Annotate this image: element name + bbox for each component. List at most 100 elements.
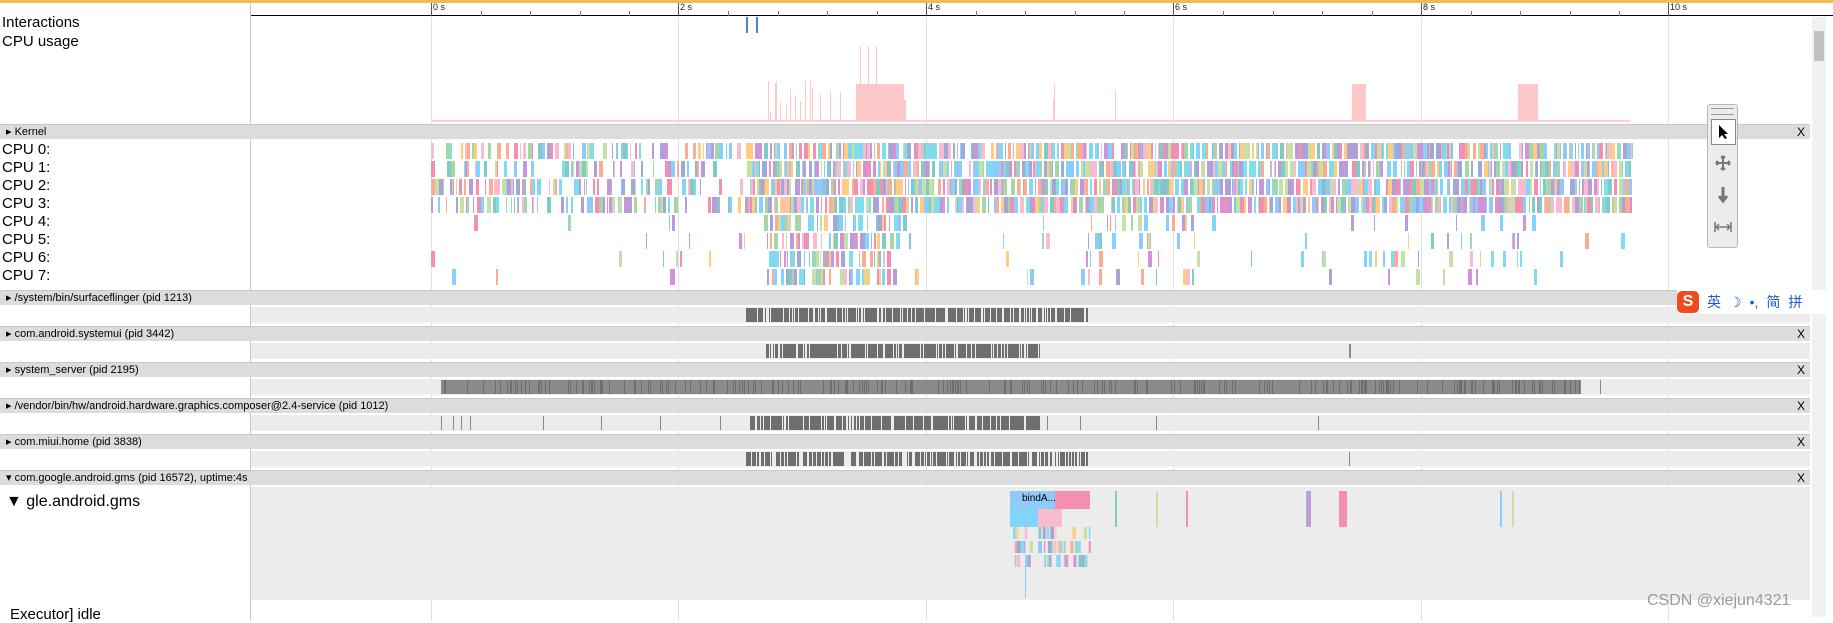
process-slice	[879, 452, 880, 466]
process-slice	[1083, 452, 1084, 466]
process-slice	[1472, 380, 1473, 394]
process-slice	[1004, 416, 1005, 430]
process-slice	[775, 344, 776, 358]
mouse-mode-toolbox[interactable]	[1707, 104, 1738, 248]
process-slice	[470, 416, 471, 430]
process-slice	[1020, 416, 1021, 430]
process-slice	[879, 344, 880, 358]
toolbox-grip[interactable]	[1711, 108, 1734, 115]
process-slice	[811, 452, 812, 466]
process-slice	[818, 344, 819, 358]
process-slice	[748, 452, 749, 466]
process-slice	[814, 416, 815, 430]
process-slice	[877, 380, 878, 394]
process-slice	[931, 452, 932, 466]
process-slice	[844, 344, 845, 358]
thread-slice	[1038, 509, 1062, 527]
process-slice	[751, 308, 752, 322]
process-slice	[836, 416, 837, 430]
select-arrow-icon[interactable]	[1711, 119, 1736, 145]
process-slice	[972, 452, 973, 466]
pan-icon[interactable]	[1711, 151, 1734, 175]
process-slice	[1021, 308, 1022, 322]
process-slice	[906, 344, 907, 358]
process-slice	[746, 452, 747, 466]
process-slice	[923, 308, 924, 322]
process-slice	[978, 416, 979, 430]
process-slice	[1067, 452, 1068, 466]
process-slice	[576, 380, 577, 394]
ime-simplified-toggle[interactable]: 简	[1766, 292, 1780, 312]
process-slice	[962, 344, 963, 358]
sogou-logo-icon[interactable]: S	[1677, 291, 1699, 313]
process-slice	[890, 308, 891, 322]
process-slice	[1014, 416, 1015, 430]
process-slice	[1002, 344, 1003, 358]
process-slice	[890, 452, 891, 466]
process-slice	[923, 452, 924, 466]
process-slice	[962, 416, 963, 430]
process-slice	[869, 344, 870, 358]
process-slice	[881, 452, 882, 466]
process-slice	[915, 416, 916, 430]
process-slice	[914, 416, 915, 430]
process-slice	[1076, 308, 1077, 322]
process-slice	[874, 344, 875, 358]
process-slice	[749, 452, 750, 466]
scrollbar-thumb[interactable]	[1814, 31, 1824, 61]
process-slice	[992, 416, 993, 430]
process-slice	[959, 308, 960, 322]
process-slice	[998, 452, 999, 466]
process-slice	[1033, 452, 1034, 466]
process-slice	[806, 416, 807, 430]
process-slice	[995, 416, 996, 430]
process-slice	[839, 344, 840, 358]
process-slice	[700, 380, 701, 394]
timing-icon[interactable]	[1711, 215, 1734, 239]
process-slice	[861, 416, 862, 430]
process-slice	[1333, 380, 1334, 394]
process-slice	[815, 308, 816, 322]
ime-punct-toggle[interactable]: •,	[1750, 294, 1759, 310]
zoom-icon[interactable]	[1711, 183, 1734, 207]
process-slice	[1074, 308, 1075, 322]
process-slice	[1039, 308, 1040, 322]
process-slice	[769, 452, 770, 466]
process-slice	[857, 416, 858, 430]
process-slice	[901, 452, 902, 466]
process-slice	[1005, 416, 1006, 430]
process-slice	[964, 308, 965, 322]
vertical-scrollbar[interactable]	[1812, 17, 1826, 617]
process-slice	[868, 344, 869, 358]
process-slices[interactable]	[0, 0, 1833, 621]
process-slice	[875, 452, 876, 466]
thread-slice	[1339, 491, 1347, 527]
process-slice	[1006, 416, 1007, 430]
process-slice	[891, 308, 892, 322]
ime-lang-toggle[interactable]: 英	[1707, 292, 1721, 312]
process-slice	[800, 344, 801, 358]
ime-toolbar[interactable]: S 英 ☽ •, 简 拼	[1677, 290, 1833, 314]
process-slice	[1073, 452, 1074, 466]
ime-moon-icon[interactable]: ☽	[1729, 294, 1742, 311]
process-slice	[920, 416, 921, 430]
process-slice	[1034, 344, 1035, 358]
process-slice	[773, 416, 774, 430]
process-slice	[892, 344, 893, 358]
process-slice	[1388, 380, 1389, 394]
process-slice	[1318, 416, 1319, 430]
process-slice	[821, 344, 822, 358]
ime-pinyin-toggle[interactable]: 拼	[1788, 292, 1802, 312]
process-slice	[787, 308, 788, 322]
process-slice	[914, 308, 915, 322]
process-slice	[1012, 416, 1013, 430]
process-slice	[917, 308, 918, 322]
slice-label[interactable]: bindA...	[1022, 493, 1056, 504]
process-slice	[995, 452, 996, 466]
thread-slice	[1071, 541, 1074, 553]
process-slice	[783, 416, 784, 430]
process-slice	[1351, 380, 1352, 394]
process-slice	[983, 308, 984, 322]
process-slice	[955, 380, 956, 394]
process-slice	[1019, 416, 1020, 430]
